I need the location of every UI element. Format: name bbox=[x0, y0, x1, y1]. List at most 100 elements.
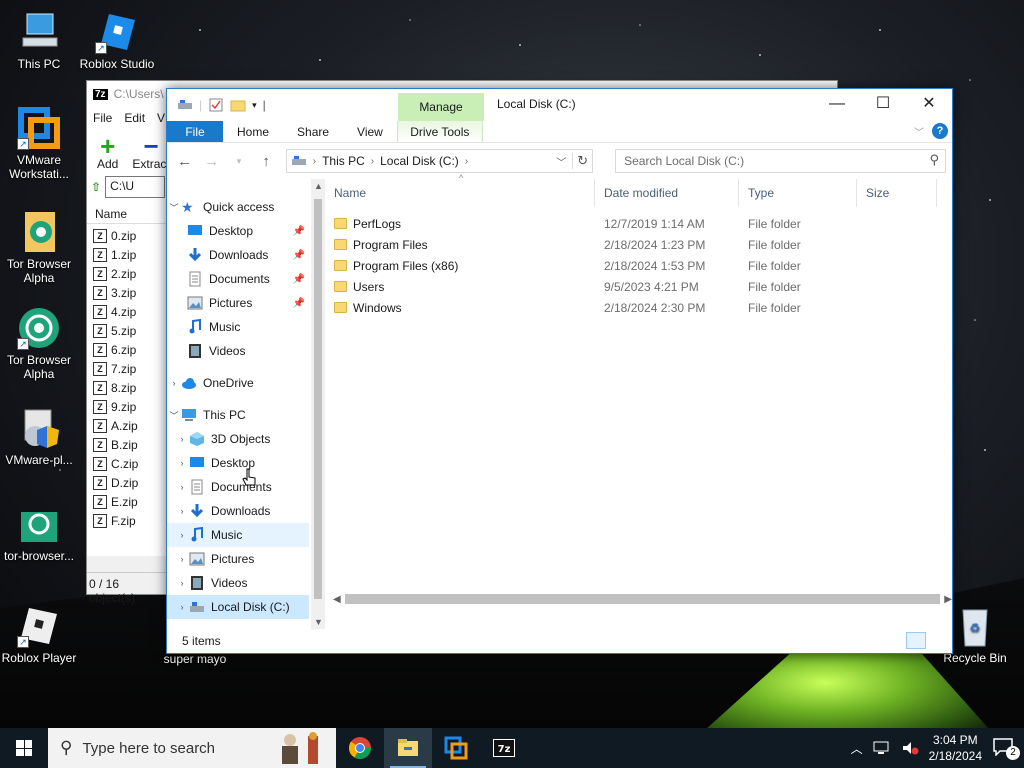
sevenzip-menu-view[interactable]: V bbox=[157, 111, 165, 125]
column-type[interactable]: Type bbox=[739, 179, 857, 207]
breadcrumb-chevron-icon[interactable]: › bbox=[313, 156, 316, 167]
chevron-right-icon[interactable]: › bbox=[175, 578, 189, 588]
nav-pane-scrollbar[interactable]: ▲ ▼ bbox=[311, 179, 325, 629]
sevenzip-menu-edit[interactable]: Edit bbox=[124, 111, 145, 125]
properties-icon[interactable] bbox=[208, 97, 224, 113]
chevron-right-icon[interactable]: › bbox=[175, 602, 189, 612]
sidebar-item-pc-music[interactable]: › Music bbox=[167, 523, 309, 547]
desktop-icon-vmware[interactable]: ↗ VMware Workstati... bbox=[0, 106, 78, 181]
volume-muted-icon[interactable] bbox=[901, 740, 919, 756]
tab-view[interactable]: View bbox=[343, 121, 397, 142]
clock[interactable]: 3:04 PM 2/18/2024 bbox=[929, 732, 982, 764]
start-button[interactable] bbox=[0, 728, 48, 768]
back-button[interactable]: ← bbox=[173, 153, 196, 170]
customize-qat-icon[interactable]: ▾ bbox=[252, 100, 257, 111]
column-name[interactable]: Name bbox=[325, 179, 595, 207]
table-row[interactable]: PerfLogs 12/7/2019 1:14 AM File folder bbox=[325, 213, 952, 234]
manage-contextual-tab[interactable]: Manage bbox=[398, 93, 484, 121]
extract-button[interactable]: − Extract bbox=[132, 133, 169, 171]
scroll-right-icon[interactable]: ▶ bbox=[944, 594, 952, 605]
taskbar-7zip[interactable]: 7z bbox=[480, 728, 528, 768]
chevron-right-icon[interactable]: › bbox=[175, 530, 189, 540]
sidebar-item-pc-pictures[interactable]: › Pictures bbox=[167, 547, 309, 571]
help-icon[interactable]: ? bbox=[932, 123, 948, 139]
minimize-button[interactable]: — bbox=[814, 89, 860, 119]
chevron-right-icon[interactable]: › bbox=[175, 458, 189, 468]
sidebar-item-qa-videos[interactable]: Videos bbox=[167, 339, 309, 363]
notifications-button[interactable]: 2 bbox=[992, 736, 1020, 760]
scroll-down-icon[interactable]: ▼ bbox=[314, 617, 323, 627]
column-size[interactable]: Size bbox=[857, 179, 937, 207]
sidebar-item-qa-documents[interactable]: Documents 📌 bbox=[167, 267, 309, 291]
taskbar-file-explorer[interactable] bbox=[384, 728, 432, 768]
pin-icon[interactable]: 📌 bbox=[293, 298, 305, 309]
table-row[interactable]: Windows 2/18/2024 2:30 PM File folder bbox=[325, 297, 952, 318]
up-button[interactable]: ↑ bbox=[255, 153, 278, 170]
network-icon[interactable] bbox=[873, 740, 891, 756]
scrollbar-thumb[interactable] bbox=[314, 199, 322, 599]
file-list-hscrollbar[interactable]: ◀ ▶ bbox=[333, 591, 952, 607]
breadcrumb-this-pc[interactable]: This PC bbox=[322, 154, 365, 168]
tab-file[interactable]: File bbox=[167, 121, 223, 142]
taskbar-search-box[interactable]: ⚲ Type here to search bbox=[48, 728, 336, 768]
pin-icon[interactable]: 📌 bbox=[293, 274, 305, 285]
table-row[interactable]: Program Files (x86) 2/18/2024 1:53 PM File… bbox=[325, 255, 952, 276]
desktop-icon-vmware-player[interactable]: VMware-pl... bbox=[0, 406, 78, 467]
chevron-down-icon[interactable]: ﹀ bbox=[167, 201, 181, 214]
scrollbar-thumb[interactable] bbox=[344, 594, 941, 604]
sidebar-item-qa-music[interactable]: Music bbox=[167, 315, 309, 339]
chevron-right-icon[interactable]: › bbox=[175, 506, 189, 516]
nav-this-pc[interactable]: ﹀ This PC bbox=[167, 403, 309, 427]
folder-up-icon[interactable]: ⇧ bbox=[91, 180, 101, 194]
new-folder-icon[interactable] bbox=[230, 97, 246, 113]
add-button[interactable]: + Add bbox=[97, 133, 118, 171]
desktop-icon-tor-browser-alpha-2[interactable]: ↗ Tor Browser Alpha bbox=[0, 306, 78, 381]
show-hidden-icons-icon[interactable]: ︿ bbox=[851, 740, 863, 757]
chevron-down-icon[interactable]: ﹀ bbox=[167, 409, 181, 422]
search-input[interactable]: Search Local Disk (C:) ⚲ bbox=[615, 149, 947, 173]
expand-ribbon-icon[interactable]: ﹀ bbox=[914, 124, 924, 139]
desktop-icon-tor-browser-installer[interactable]: tor-browser... bbox=[0, 502, 78, 563]
sidebar-item-pc-videos[interactable]: › Videos bbox=[167, 571, 309, 595]
column-date-modified[interactable]: Date modified bbox=[595, 179, 739, 207]
taskbar-chrome[interactable] bbox=[336, 728, 384, 768]
file-explorer-window[interactable]: | ▾ | Manage Local Disk (C:) — ☐ ✕ File … bbox=[166, 88, 953, 654]
nav-onedrive[interactable]: › OneDrive bbox=[167, 371, 309, 395]
details-view-button[interactable] bbox=[906, 632, 926, 649]
tab-home[interactable]: Home bbox=[223, 121, 283, 142]
desktop-icon-roblox-studio[interactable]: ↗ Roblox Studio bbox=[78, 10, 156, 71]
maximize-button[interactable]: ☐ bbox=[860, 89, 906, 119]
recent-locations-button[interactable]: ▾ bbox=[227, 156, 250, 167]
scroll-left-icon[interactable]: ◀ bbox=[333, 594, 341, 605]
chevron-right-icon[interactable]: › bbox=[167, 378, 181, 388]
sevenzip-path-field[interactable]: C:\U bbox=[105, 176, 166, 198]
sidebar-item-qa-desktop[interactable]: Desktop 📌 bbox=[167, 219, 309, 243]
sidebar-item-pc-3d-objects[interactable]: › 3D Objects bbox=[167, 427, 309, 451]
chevron-right-icon[interactable]: › bbox=[175, 554, 189, 564]
large-icons-view-button[interactable] bbox=[928, 632, 948, 649]
address-bar[interactable]: › This PC › Local Disk (C:) › ﹀ ↻ bbox=[285, 149, 594, 173]
sidebar-item-qa-downloads[interactable]: Downloads 📌 bbox=[167, 243, 309, 267]
pin-icon[interactable]: 📌 bbox=[293, 250, 305, 261]
taskbar-vmware[interactable] bbox=[432, 728, 480, 768]
chevron-right-icon[interactable]: › bbox=[175, 482, 189, 492]
pin-icon[interactable]: 📌 bbox=[293, 226, 305, 237]
sidebar-item-pc-documents[interactable]: › Documents bbox=[167, 475, 309, 499]
table-row[interactable]: Program Files 2/18/2024 1:23 PM File folde… bbox=[325, 234, 952, 255]
scroll-up-icon[interactable]: ▲ bbox=[314, 181, 323, 191]
nav-quick-access[interactable]: ﹀ ★ Quick access bbox=[167, 195, 309, 219]
table-row[interactable]: Users 9/5/2023 4:21 PM File folder bbox=[325, 276, 952, 297]
desktop-icon-roblox-player[interactable]: ↗ Roblox Player bbox=[0, 604, 78, 665]
sevenzip-menu-file[interactable]: File bbox=[93, 111, 112, 125]
sidebar-item-pc-downloads[interactable]: › Downloads bbox=[167, 499, 309, 523]
breadcrumb-local-disk[interactable]: Local Disk (C:) bbox=[380, 154, 459, 168]
sidebar-item-qa-pictures[interactable]: Pictures 📌 bbox=[167, 291, 309, 315]
breadcrumb-chevron-icon[interactable]: › bbox=[465, 156, 468, 167]
sevenzip-hscrollbar[interactable] bbox=[87, 556, 169, 572]
chevron-right-icon[interactable]: › bbox=[175, 434, 189, 444]
tab-drive-tools[interactable]: Drive Tools bbox=[396, 121, 483, 142]
sidebar-item-pc-desktop[interactable]: › Desktop bbox=[167, 451, 309, 475]
sidebar-item-pc-local-disk-c[interactable]: › Local Disk (C:) bbox=[167, 595, 309, 619]
tab-share[interactable]: Share bbox=[283, 121, 343, 142]
desktop-icon-tor-browser-alpha-1[interactable]: Tor Browser Alpha bbox=[0, 210, 78, 285]
